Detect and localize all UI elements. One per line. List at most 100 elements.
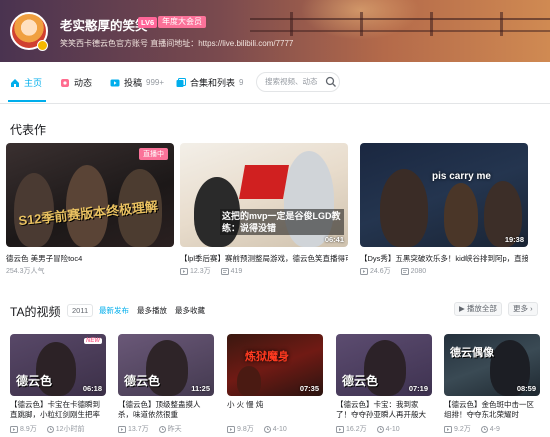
- video-title[interactable]: 【德云色】顶级整蛊摸人杀，味道依然很重（2022.4.10）: [118, 400, 214, 420]
- tab-dynamic[interactable]: 动态: [60, 76, 92, 89]
- video-card[interactable]: 德云偶像 08:59 【德云色】金色斑中击一区组排！夺夺东北荣耀时 9.2万 4…: [444, 334, 540, 437]
- new-badge: NEW: [84, 338, 102, 344]
- video-card[interactable]: 德云色 NEW 06:18 【德云色】卡宝在卡德瞬到直跳脚，小粒红剑刚生把率败 …: [10, 334, 106, 437]
- tab-label: 合集和列表: [190, 78, 236, 88]
- video-title[interactable]: 【lpl季后赛】赛前预测整局游戏，德云色笑直播得可: [180, 253, 348, 264]
- video-stats: 12.3万 419: [180, 266, 242, 276]
- video-card[interactable]: 德云色 07:19 【德云色】卡宝：我到家了！夺夺孙亚瞬人再开般大秀 16.2万…: [336, 334, 432, 437]
- play-all-button[interactable]: ▶ 播放全部: [454, 302, 502, 316]
- featured-card[interactable]: 这把的mvp一定是谷俊LGD教练：说得没错 06:41 【lpl季后赛】赛前预测…: [180, 143, 348, 276]
- thumbnail-text: 这把的mvp一定是谷俊LGD教练：说得没错: [220, 209, 344, 235]
- video-thumbnail[interactable]: S12季前赛版本终极理解 直播中: [6, 143, 174, 247]
- tab-home[interactable]: 主页: [10, 76, 42, 89]
- year-badge[interactable]: 2011: [67, 304, 94, 317]
- tab-count: 9: [239, 78, 244, 87]
- tab-upload[interactable]: 投稿 999+: [110, 76, 164, 89]
- tab-active-indicator: [8, 100, 46, 102]
- tab-count: 999+: [146, 78, 165, 87]
- publish-date: 12小时前: [46, 424, 85, 434]
- thumbnail-text: 德云色: [342, 374, 379, 388]
- thumbnail-figure: [444, 183, 478, 247]
- video-title[interactable]: 小 火 慢 炖: [227, 400, 323, 420]
- video-title[interactable]: 【Dys秀】五黑突破欢乐多！kid峡谷排到阿p，直接: [360, 253, 528, 264]
- play-count-icon: [444, 425, 452, 433]
- play-count-icon: [227, 425, 235, 433]
- play-count: 9.2万: [444, 424, 471, 434]
- video-duration: 06:18: [82, 384, 102, 393]
- clock-icon: [263, 425, 271, 433]
- tab-collection[interactable]: 合集和列表 9: [176, 76, 243, 89]
- video-thumbnail[interactable]: 德云色 07:19: [336, 334, 432, 396]
- play-count: 8.9万: [10, 424, 37, 434]
- chevron-right-icon: ›: [530, 304, 533, 313]
- more-label: 更多: [513, 304, 528, 313]
- comment-count: 2080: [400, 266, 426, 276]
- publish-date: 4-9: [480, 424, 500, 434]
- danmaku-icon: [220, 267, 229, 275]
- thumbnail-logo: [239, 165, 289, 199]
- featured-section-title: 代表作: [10, 123, 47, 137]
- featured-card[interactable]: pis carry me 19:38 【Dys秀】五黑突破欢乐多！kid峡谷排到…: [360, 143, 528, 276]
- video-thumbnail[interactable]: 这把的mvp一定是谷俊LGD教练：说得没错 06:41: [180, 143, 348, 247]
- live-badge: 直播中: [139, 148, 168, 160]
- play-all-icon: ▶: [459, 304, 465, 313]
- tab-label: 投稿: [124, 78, 143, 88]
- video-duration: 07:35: [299, 384, 319, 393]
- video-title[interactable]: 【德云色】卡宝在卡德瞬到直跳脚，小粒红剑刚生把率败: [10, 400, 106, 420]
- clock-icon: [480, 425, 488, 433]
- level-badge: LV6: [138, 17, 158, 28]
- vip-badge[interactable]: 年度大会员: [158, 16, 206, 28]
- play-count-icon: [360, 267, 368, 275]
- video-card[interactable]: 炼狱魔身 07:35 小 火 慢 炖 9.8万 4-10: [227, 334, 323, 437]
- home-icon: [11, 78, 19, 87]
- video-title[interactable]: 【德云色】金色斑中击一区组排！夺夺东北荣耀时: [444, 400, 540, 420]
- video-stats: 24.6万 2080: [360, 266, 426, 276]
- video-duration: 19:38: [504, 235, 524, 244]
- more-button[interactable]: 更多 ›: [508, 302, 538, 316]
- sort-tab-most-played[interactable]: 最多播放: [137, 305, 167, 316]
- thumbnail-text: 德云偶像: [450, 347, 494, 359]
- videos-section-title: TA的视频: [10, 305, 61, 319]
- search-icon[interactable]: [325, 76, 337, 88]
- popularity-count: 254.3万人气: [6, 268, 45, 275]
- play-count-icon: [180, 267, 188, 275]
- sort-tab-latest[interactable]: 最新发布: [99, 305, 129, 316]
- tab-label: 动态: [74, 78, 93, 88]
- banner-decoration: [290, 12, 293, 36]
- play-count: 13.7万: [118, 424, 149, 434]
- video-stats: 9.8万 4-10: [227, 424, 287, 434]
- publish-date: 4-10: [263, 424, 287, 434]
- video-thumbnail[interactable]: 德云色 NEW 06:18: [10, 334, 106, 396]
- thumbnail-text: pis carry me: [432, 171, 491, 182]
- upload-icon: [110, 79, 120, 86]
- username[interactable]: 老实憨厚的笑笑: [60, 15, 148, 34]
- video-title[interactable]: 【德云色】卡宝：我到家了！夺夺孙亚瞬人再开般大秀: [336, 400, 432, 420]
- thumbnail-text: 德云色: [16, 374, 53, 388]
- video-thumbnail[interactable]: 德云色 11:25: [118, 334, 214, 396]
- video-thumbnail[interactable]: 炼狱魔身 07:35: [227, 334, 323, 396]
- video-stats: 16.2万 4-10: [336, 424, 400, 434]
- clock-icon: [376, 425, 384, 433]
- thumbnail-figure: [380, 169, 428, 247]
- play-count: 16.2万: [336, 424, 367, 434]
- video-title[interactable]: 德云色 美男子冒险toc4: [6, 253, 174, 264]
- video-stats: 254.3万人气: [6, 266, 45, 276]
- play-count-icon: [10, 425, 18, 433]
- play-count-icon: [336, 425, 344, 433]
- profile-banner: 老实憨厚的笑笑 LV6 年度大会员 笑笑西卡德云色官方账号 直播间地址：http…: [0, 0, 550, 62]
- video-duration: 06:41: [324, 235, 344, 244]
- video-thumbnail[interactable]: 德云偶像 08:59: [444, 334, 540, 396]
- video-duration: 08:59: [516, 384, 536, 393]
- play-count: 9.8万: [227, 424, 254, 434]
- profile-nav: 主页 动态 投稿 999+ 合集和列表 9 搜索视频、动态: [0, 62, 550, 104]
- video-stats: 8.9万 12小时前: [10, 424, 85, 434]
- sort-tab-most-favorited[interactable]: 最多收藏: [175, 305, 205, 316]
- video-thumbnail[interactable]: pis carry me 19:38: [360, 143, 528, 247]
- video-card[interactable]: 德云色 11:25 【德云色】顶级整蛊摸人杀，味道依然很重（2022.4.10）…: [118, 334, 214, 437]
- banner-decoration: [250, 30, 550, 32]
- banner-decoration: [250, 18, 550, 20]
- banner-decoration: [360, 12, 363, 36]
- thumbnail-text: 德云色: [124, 374, 161, 388]
- banner-decoration: [500, 12, 503, 36]
- featured-card[interactable]: S12季前赛版本终极理解 直播中 德云色 美男子冒险toc4 254.3万人气: [6, 143, 174, 276]
